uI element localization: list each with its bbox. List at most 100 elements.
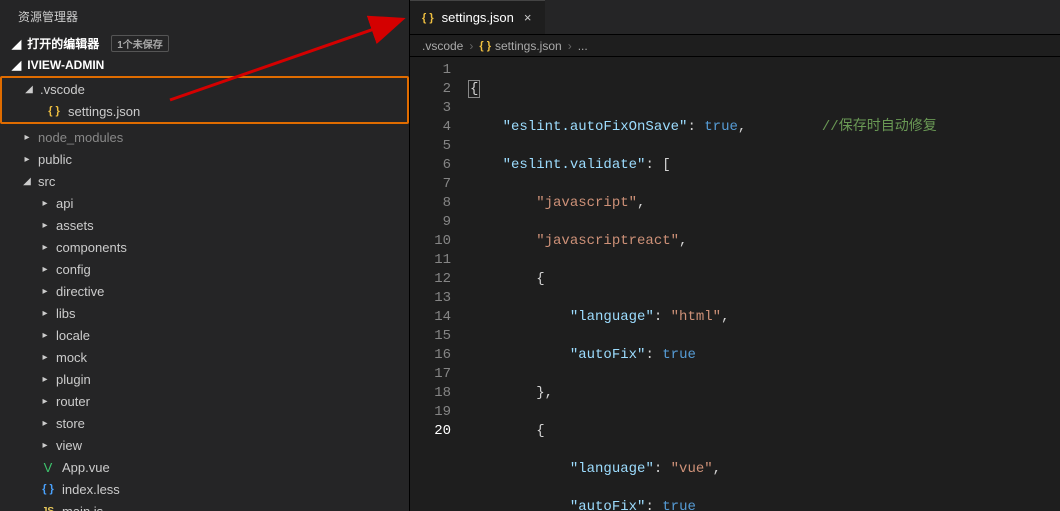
folder-store[interactable]: ▸store — [0, 412, 409, 434]
file-label: index.less — [62, 482, 120, 497]
highlight-box: ◢ .vscode { } settings.json — [0, 76, 409, 124]
folder-directive[interactable]: ▸ directive — [0, 280, 409, 302]
chevron-right-icon: ▸ — [40, 264, 50, 275]
folder-label: node_modules — [38, 130, 123, 145]
tab-settings-json[interactable]: { } settings.json × — [410, 0, 545, 34]
chevron-right-icon: ▸ — [40, 418, 50, 429]
folder-locale[interactable]: ▸ locale — [0, 324, 409, 346]
folder-label: .vscode — [40, 82, 85, 97]
unsaved-badge: 1个未保存 — [111, 35, 169, 52]
file-label: settings.json — [68, 104, 140, 119]
folder-vscode[interactable]: ◢ .vscode — [2, 78, 407, 100]
folder-components[interactable]: ▸ components — [0, 236, 409, 258]
explorer-panel: 资源管理器 ◢ 打开的编辑器 1个未保存 ◢ IVIEW-ADMIN ◢ .vs… — [0, 0, 410, 511]
folder-label: locale — [56, 328, 90, 343]
folder-assets[interactable]: ▸ assets — [0, 214, 409, 236]
line-number: 18 — [410, 384, 451, 403]
chevron-right-icon: ▸ — [40, 308, 50, 319]
folder-label: router — [56, 394, 90, 409]
folder-label: public — [38, 152, 72, 167]
file-index-less[interactable]: { } index.less — [0, 478, 409, 500]
chevron-right-icon: ▸ — [40, 374, 50, 385]
line-number: 8 — [410, 194, 451, 213]
file-settings-json[interactable]: { } settings.json — [2, 100, 407, 122]
file-main-js[interactable]: JS main.js — [0, 500, 409, 511]
chevron-right-icon: ▸ — [22, 132, 32, 143]
line-number: 17 — [410, 365, 451, 384]
project-header[interactable]: ◢ IVIEW-ADMIN — [0, 56, 409, 74]
breadcrumbs: .vscode › { } settings.json › ... — [410, 35, 1060, 57]
folder-label: libs — [56, 306, 76, 321]
explorer-title: 资源管理器 — [0, 0, 409, 31]
line-number: 11 — [410, 251, 451, 270]
line-number: 6 — [410, 156, 451, 175]
open-editors-label: 打开的编辑器 — [27, 35, 99, 52]
line-number: 12 — [410, 270, 451, 289]
json-icon: { } — [422, 12, 434, 24]
line-number: 2 — [410, 80, 451, 99]
line-number: 10 — [410, 232, 451, 251]
file-tree: ◢ .vscode { } settings.json ▸ node_modul… — [0, 74, 409, 511]
line-number: 5 — [410, 137, 451, 156]
folder-libs[interactable]: ▸ libs — [0, 302, 409, 324]
folder-label: plugin — [56, 372, 91, 387]
chevron-right-icon: ▸ — [40, 330, 50, 341]
open-editors-header[interactable]: ◢ 打开的编辑器 1个未保存 — [0, 31, 409, 56]
close-icon[interactable]: × — [522, 10, 534, 25]
line-number: 15 — [410, 327, 451, 346]
line-number: 13 — [410, 289, 451, 308]
folder-label: view — [56, 438, 82, 453]
line-number: 9 — [410, 213, 451, 232]
code-content[interactable]: { "eslint.autoFixOnSave": true, //保存时自动修… — [465, 57, 1060, 511]
less-icon: { } — [40, 483, 56, 495]
line-number: 1 — [410, 61, 451, 80]
chevron-right-icon: ▸ — [22, 154, 32, 165]
tab-label: settings.json — [442, 10, 514, 25]
folder-api[interactable]: ▸ api — [0, 192, 409, 214]
folder-label: config — [56, 262, 91, 277]
chevron-down-icon: ◢ — [12, 37, 21, 51]
chevron-down-icon: ◢ — [12, 58, 21, 72]
folder-label: components — [56, 240, 127, 255]
folder-label: api — [56, 196, 73, 211]
line-gutter: 1234567891011121314151617181920 — [410, 57, 465, 511]
breadcrumb-more[interactable]: ... — [578, 39, 588, 53]
folder-config[interactable]: ▸ config — [0, 258, 409, 280]
chevron-down-icon: ◢ — [22, 176, 32, 187]
folder-plugin[interactable]: ▸ plugin — [0, 368, 409, 390]
line-number: 20 — [410, 422, 451, 441]
json-icon: { } — [479, 40, 491, 52]
chevron-right-icon: › — [469, 39, 473, 53]
vue-icon: V — [40, 460, 56, 475]
line-number: 19 — [410, 403, 451, 422]
app-root: 资源管理器 ◢ 打开的编辑器 1个未保存 ◢ IVIEW-ADMIN ◢ .vs… — [0, 0, 1060, 511]
file-app-vue[interactable]: V App.vue — [0, 456, 409, 478]
chevron-down-icon: ◢ — [24, 84, 34, 95]
chevron-right-icon: › — [568, 39, 572, 53]
code-area[interactable]: 1234567891011121314151617181920 { "eslin… — [410, 57, 1060, 511]
folder-src[interactable]: ◢ src — [0, 170, 409, 192]
chevron-right-icon: ▸ — [40, 286, 50, 297]
editor-pane: { } settings.json × .vscode › { } settin… — [410, 0, 1060, 511]
tab-bar: { } settings.json × — [410, 0, 1060, 35]
folder-view[interactable]: ▸ view — [0, 434, 409, 456]
folder-node-modules[interactable]: ▸ node_modules — [0, 126, 409, 148]
line-number: 4 — [410, 118, 451, 137]
chevron-right-icon: ▸ — [40, 242, 50, 253]
folder-label: src — [38, 174, 55, 189]
chevron-right-icon: ▸ — [40, 220, 50, 231]
chevron-right-icon: ▸ — [40, 198, 50, 209]
breadcrumb-file[interactable]: { } settings.json — [479, 39, 561, 53]
chevron-right-icon: ▸ — [40, 396, 50, 407]
folder-mock[interactable]: ▸mock — [0, 346, 409, 368]
folder-label: assets — [56, 218, 94, 233]
file-label: main.js — [62, 504, 103, 511]
chevron-right-icon: ▸ — [40, 352, 50, 363]
line-number: 7 — [410, 175, 451, 194]
folder-public[interactable]: ▸ public — [0, 148, 409, 170]
breadcrumb-folder[interactable]: .vscode — [422, 39, 463, 53]
chevron-right-icon: ▸ — [40, 440, 50, 451]
folder-label: directive — [56, 284, 104, 299]
line-number: 14 — [410, 308, 451, 327]
folder-router[interactable]: ▸ router — [0, 390, 409, 412]
